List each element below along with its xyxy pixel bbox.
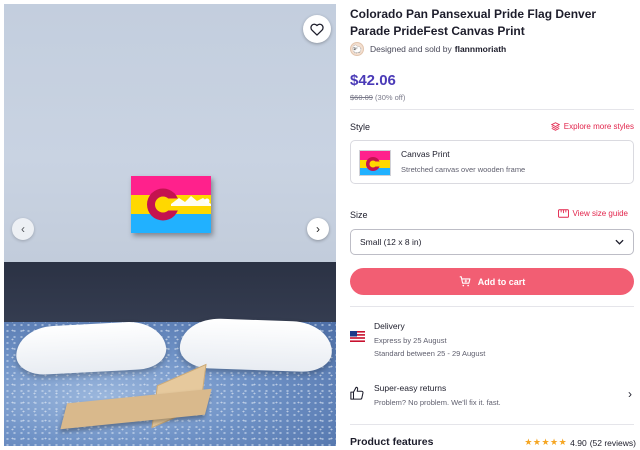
heart-icon — [310, 23, 324, 36]
returns-info[interactable]: Super-easy returns Problem? No problem. … — [350, 381, 634, 411]
pillow-left — [14, 320, 168, 376]
chevron-down-icon — [615, 239, 624, 245]
size-select-value: Small (12 x 8 in) — [360, 237, 422, 247]
designer-line: 🐑 Designed and sold by flannmoriath — [350, 42, 506, 56]
star-rating-icon: ★★★★★ — [524, 437, 568, 447]
delivery-info: Delivery Express by 25 August Standard b… — [350, 320, 634, 360]
delivery-standard: Standard between 25 - 29 August — [374, 349, 486, 358]
designer-prefix: Designed and sold by — [370, 44, 452, 54]
size-label: Size — [350, 210, 368, 220]
original-price: $60.09 — [350, 93, 373, 102]
designer-avatar[interactable]: 🐑 — [350, 42, 364, 56]
cart-plus-icon — [459, 276, 471, 287]
divider — [350, 109, 634, 110]
explore-styles-link[interactable]: Explore more styles — [550, 122, 634, 131]
designer-name-link[interactable]: flannmoriath — [455, 44, 506, 54]
size-guide-label: View size guide — [572, 209, 628, 218]
style-label: Style — [350, 122, 371, 132]
delivery-title: Delivery — [374, 321, 405, 331]
add-to-cart-button[interactable]: Add to cart — [350, 268, 634, 295]
product-title: Colorado Pan Pansexual Pride Flag Denver… — [350, 7, 597, 38]
discount-label: (30% off) — [375, 93, 406, 102]
style-description: Stretched canvas over wooden frame — [401, 165, 526, 174]
add-to-cart-label: Add to cart — [477, 276, 526, 287]
divider — [350, 424, 634, 425]
size-select[interactable]: Small (12 x 8 in) — [350, 229, 634, 255]
rating-summary[interactable]: ★★★★★ 4.90 (52 reviews) — [524, 437, 636, 448]
ruler-icon — [557, 209, 569, 218]
us-flag-icon — [350, 331, 365, 342]
returns-subtitle: Problem? No problem. We'll fix it. fast. — [374, 398, 501, 407]
thumbs-up-icon — [350, 386, 364, 400]
explore-styles-label: Explore more styles — [563, 122, 634, 131]
product-details-panel: Colorado Pan Pansexual Pride Flag Denver… — [350, 0, 636, 450]
style-name: Canvas Print — [401, 149, 450, 159]
returns-title: Super-easy returns — [374, 383, 447, 393]
current-price: $42.06 — [350, 72, 396, 89]
style-thumbnail — [359, 150, 391, 176]
product-image-canvas[interactable] — [131, 176, 211, 233]
chevron-right-icon: › — [316, 222, 320, 236]
product-gallery: ‹ › — [4, 4, 336, 446]
product-features-heading: Product features — [350, 436, 434, 448]
delivery-express: Express by 25 August — [374, 336, 447, 345]
chevron-right-icon[interactable]: › — [628, 387, 632, 401]
chevron-left-icon: ‹ — [21, 222, 25, 236]
layers-icon — [550, 122, 560, 131]
gallery-prev-button[interactable]: ‹ — [12, 218, 34, 240]
review-count: (52 reviews) — [589, 437, 636, 448]
gallery-next-button[interactable]: › — [307, 218, 329, 240]
divider — [350, 306, 634, 307]
original-price-line: $60.09 (30% off) — [350, 93, 405, 102]
style-option-canvas-print[interactable]: Canvas Print Stretched canvas over woode… — [350, 140, 634, 184]
size-guide-link[interactable]: View size guide — [557, 209, 628, 218]
rating-score: 4.90 — [570, 437, 587, 448]
favorite-button[interactable] — [303, 15, 331, 43]
